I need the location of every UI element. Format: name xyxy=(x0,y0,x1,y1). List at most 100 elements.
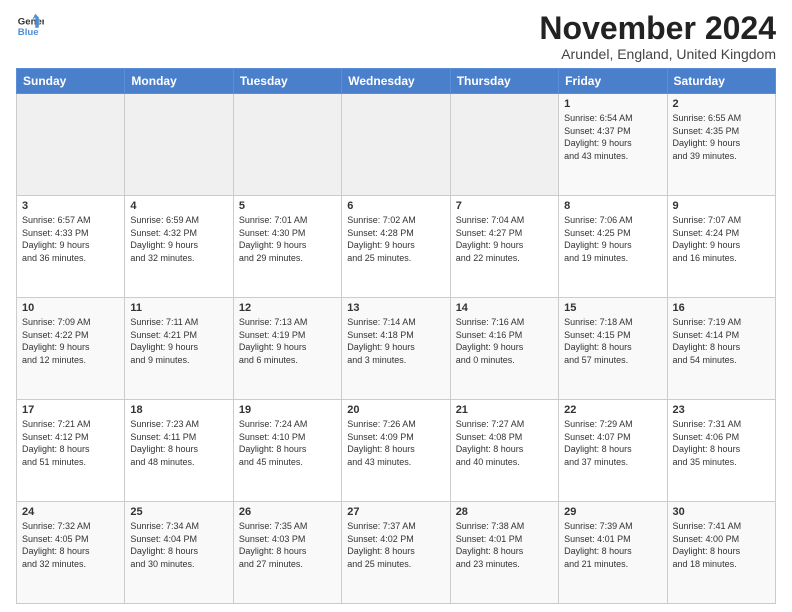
day-number: 15 xyxy=(564,302,661,314)
day-info: Sunrise: 7:16 AM Sunset: 4:16 PM Dayligh… xyxy=(456,316,553,366)
day-number: 1 xyxy=(564,98,661,110)
day-info: Sunrise: 7:11 AM Sunset: 4:21 PM Dayligh… xyxy=(130,316,227,366)
logo-icon: General Blue xyxy=(16,12,44,40)
table-row: 4Sunrise: 6:59 AM Sunset: 4:32 PM Daylig… xyxy=(125,196,233,298)
svg-text:General: General xyxy=(18,16,44,27)
day-info: Sunrise: 7:31 AM Sunset: 4:06 PM Dayligh… xyxy=(673,418,770,468)
day-info: Sunrise: 7:23 AM Sunset: 4:11 PM Dayligh… xyxy=(130,418,227,468)
day-number: 27 xyxy=(347,506,444,518)
table-row: 20Sunrise: 7:26 AM Sunset: 4:09 PM Dayli… xyxy=(342,400,450,502)
day-number: 30 xyxy=(673,506,770,518)
day-info: Sunrise: 7:27 AM Sunset: 4:08 PM Dayligh… xyxy=(456,418,553,468)
day-info: Sunrise: 6:54 AM Sunset: 4:37 PM Dayligh… xyxy=(564,112,661,162)
header: General Blue November 2024 Arundel, Engl… xyxy=(16,12,776,62)
header-thursday: Thursday xyxy=(450,69,558,94)
day-number: 25 xyxy=(130,506,227,518)
table-row: 13 Sunrise: 7:14 AM Sunset: 4:18 PM Dayli… xyxy=(342,298,450,400)
table-row: 26Sunrise: 7:35 AM Sunset: 4:03 PM Dayli… xyxy=(233,502,341,604)
day-number: 29 xyxy=(564,506,661,518)
month-title: November 2024 xyxy=(539,12,776,44)
day-number: 9 xyxy=(673,200,770,212)
header-tuesday: Tuesday xyxy=(233,69,341,94)
day-info: Sunrise: 7:24 AM Sunset: 4:10 PM Dayligh… xyxy=(239,418,336,468)
day-number: 11 xyxy=(130,302,227,314)
table-row: 23 Sunrise: 7:31 AM Sunset: 4:06 PM Dayli… xyxy=(667,400,775,502)
day-number: 24 xyxy=(22,506,119,518)
table-row: 21 Sunrise: 7:27 AM Sunset: 4:08 PM Dayli… xyxy=(450,400,558,502)
table-row xyxy=(17,94,125,196)
calendar-week-row: 10 Sunrise: 7:09 AM Sunset: 4:22 PM Dayli… xyxy=(17,298,776,400)
day-info: Sunrise: 7:39 AM Sunset: 4:01 PM Dayligh… xyxy=(564,520,661,570)
day-info: Sunrise: 7:38 AM Sunset: 4:01 PM Dayligh… xyxy=(456,520,553,570)
table-row: 7 Sunrise: 7:04 AM Sunset: 4:27 PM Daylig… xyxy=(450,196,558,298)
table-row xyxy=(125,94,233,196)
day-info: Sunrise: 7:14 AM Sunset: 4:18 PM Dayligh… xyxy=(347,316,444,366)
calendar-week-row: 24 Sunrise: 7:32 AM Sunset: 4:05 PM Dayli… xyxy=(17,502,776,604)
table-row: 30 Sunrise: 7:41 AM Sunset: 4:00 PM Dayli… xyxy=(667,502,775,604)
day-info: Sunrise: 7:29 AM Sunset: 4:07 PM Dayligh… xyxy=(564,418,661,468)
header-saturday: Saturday xyxy=(667,69,775,94)
day-number: 5 xyxy=(239,200,336,212)
table-row: 29 Sunrise: 7:39 AM Sunset: 4:01 PM Dayli… xyxy=(559,502,667,604)
header-friday: Friday xyxy=(559,69,667,94)
day-info: Sunrise: 7:06 AM Sunset: 4:25 PM Dayligh… xyxy=(564,214,661,264)
table-row: 15Sunrise: 7:18 AM Sunset: 4:15 PM Dayli… xyxy=(559,298,667,400)
header-sunday: Sunday xyxy=(17,69,125,94)
day-number: 19 xyxy=(239,404,336,416)
table-row: 6 Sunrise: 7:02 AM Sunset: 4:28 PM Daylig… xyxy=(342,196,450,298)
day-number: 3 xyxy=(22,200,119,212)
day-info: Sunrise: 7:41 AM Sunset: 4:00 PM Dayligh… xyxy=(673,520,770,570)
day-info: Sunrise: 7:02 AM Sunset: 4:28 PM Dayligh… xyxy=(347,214,444,264)
day-info: Sunrise: 7:07 AM Sunset: 4:24 PM Dayligh… xyxy=(673,214,770,264)
day-number: 14 xyxy=(456,302,553,314)
day-number: 22 xyxy=(564,404,661,416)
day-info: Sunrise: 7:19 AM Sunset: 4:14 PM Dayligh… xyxy=(673,316,770,366)
table-row: 3 Sunrise: 6:57 AM Sunset: 4:33 PM Daylig… xyxy=(17,196,125,298)
table-row: 14 Sunrise: 7:16 AM Sunset: 4:16 PM Dayli… xyxy=(450,298,558,400)
day-info: Sunrise: 7:13 AM Sunset: 4:19 PM Dayligh… xyxy=(239,316,336,366)
day-number: 16 xyxy=(673,302,770,314)
day-info: Sunrise: 7:09 AM Sunset: 4:22 PM Dayligh… xyxy=(22,316,119,366)
table-row: 17Sunrise: 7:21 AM Sunset: 4:12 PM Dayli… xyxy=(17,400,125,502)
day-number: 2 xyxy=(673,98,770,110)
table-row: 16 Sunrise: 7:19 AM Sunset: 4:14 PM Dayli… xyxy=(667,298,775,400)
day-info: Sunrise: 7:32 AM Sunset: 4:05 PM Dayligh… xyxy=(22,520,119,570)
day-number: 13 xyxy=(347,302,444,314)
day-number: 4 xyxy=(130,200,227,212)
day-info: Sunrise: 7:35 AM Sunset: 4:03 PM Dayligh… xyxy=(239,520,336,570)
title-block: November 2024 Arundel, England, United K… xyxy=(539,12,776,62)
table-row xyxy=(233,94,341,196)
day-info: Sunrise: 7:37 AM Sunset: 4:02 PM Dayligh… xyxy=(347,520,444,570)
day-number: 18 xyxy=(130,404,227,416)
day-number: 7 xyxy=(456,200,553,212)
day-info: Sunrise: 7:21 AM Sunset: 4:12 PM Dayligh… xyxy=(22,418,119,468)
logo: General Blue xyxy=(16,12,44,40)
header-monday: Monday xyxy=(125,69,233,94)
day-info: Sunrise: 6:57 AM Sunset: 4:33 PM Dayligh… xyxy=(22,214,119,264)
table-row: 10 Sunrise: 7:09 AM Sunset: 4:22 PM Dayli… xyxy=(17,298,125,400)
day-number: 28 xyxy=(456,506,553,518)
calendar-header-row: Sunday Monday Tuesday Wednesday Thursday… xyxy=(17,69,776,94)
table-row: 2 Sunrise: 6:55 AM Sunset: 4:35 PM Daylig… xyxy=(667,94,775,196)
svg-text:Blue: Blue xyxy=(18,27,39,38)
day-number: 10 xyxy=(22,302,119,314)
day-number: 21 xyxy=(456,404,553,416)
calendar-week-row: 3 Sunrise: 6:57 AM Sunset: 4:33 PM Daylig… xyxy=(17,196,776,298)
day-number: 23 xyxy=(673,404,770,416)
table-row: 22 Sunrise: 7:29 AM Sunset: 4:07 PM Dayli… xyxy=(559,400,667,502)
table-row: 1 Sunrise: 6:54 AM Sunset: 4:37 PM Daylig… xyxy=(559,94,667,196)
table-row xyxy=(342,94,450,196)
table-row xyxy=(450,94,558,196)
table-row: 25 Sunrise: 7:34 AM Sunset: 4:04 PM Dayli… xyxy=(125,502,233,604)
day-number: 8 xyxy=(564,200,661,212)
day-number: 12 xyxy=(239,302,336,314)
table-row: 11 Sunrise: 7:11 AM Sunset: 4:21 PM Dayli… xyxy=(125,298,233,400)
day-info: Sunrise: 6:55 AM Sunset: 4:35 PM Dayligh… xyxy=(673,112,770,162)
day-info: Sunrise: 7:04 AM Sunset: 4:27 PM Dayligh… xyxy=(456,214,553,264)
table-row: 28 Sunrise: 7:38 AM Sunset: 4:01 PM Dayli… xyxy=(450,502,558,604)
day-info: Sunrise: 7:34 AM Sunset: 4:04 PM Dayligh… xyxy=(130,520,227,570)
table-row: 5Sunrise: 7:01 AM Sunset: 4:30 PM Daylig… xyxy=(233,196,341,298)
table-row: 9 Sunrise: 7:07 AM Sunset: 4:24 PM Daylig… xyxy=(667,196,775,298)
subtitle: Arundel, England, United Kingdom xyxy=(539,46,776,62)
day-number: 6 xyxy=(347,200,444,212)
